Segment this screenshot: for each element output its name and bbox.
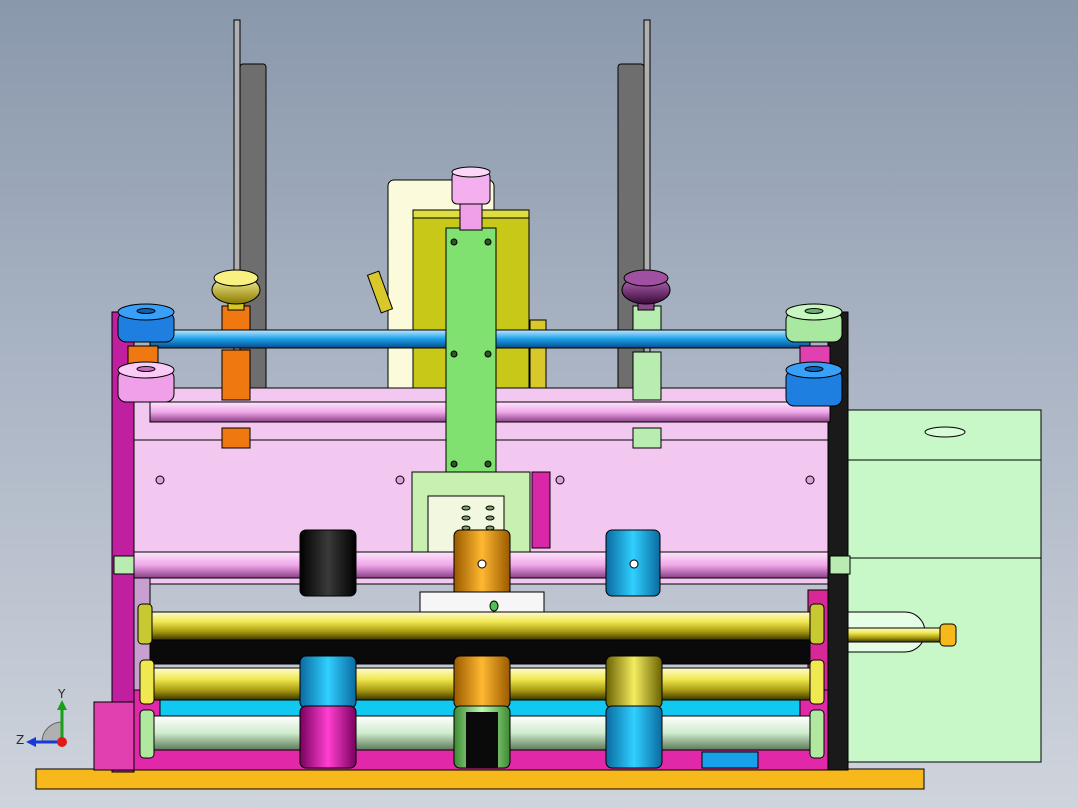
black-roller-core <box>466 712 498 768</box>
roller-hole <box>629 559 639 569</box>
roller-hole <box>477 559 487 569</box>
cyan-roller-upper <box>299 655 357 709</box>
shaft-end-right <box>829 555 851 575</box>
black-roller <box>299 529 357 597</box>
left-blue-cap-icon <box>117 303 175 343</box>
shaft-end-left <box>113 555 135 575</box>
motor-shaft-tip <box>939 623 957 647</box>
cad-viewport[interactable]: Y Z <box>0 0 1078 808</box>
axis-triad-icon: Y Z <box>16 687 67 747</box>
center-clamp-bar <box>445 227 497 475</box>
motor-housing <box>847 409 1042 763</box>
blue-block <box>701 751 759 769</box>
motor-shaft <box>847 627 949 643</box>
right-green-cap-icon <box>785 303 843 343</box>
yellow-roller-upper <box>605 655 663 709</box>
cyan-roller-lower <box>605 705 663 769</box>
base-plate <box>35 768 925 790</box>
cad-model: Y Z <box>16 19 1042 790</box>
triad-y-label: Y <box>57 687 66 701</box>
cylinder-mark <box>489 600 499 612</box>
left-shaft-ends <box>137 603 155 759</box>
triad-z-label: Z <box>16 733 24 747</box>
yellow-shaft-upper <box>149 611 813 641</box>
orange-roller-upper <box>453 655 511 709</box>
right-shaft-ends <box>809 603 825 759</box>
magenta-roller-lower <box>299 705 357 769</box>
